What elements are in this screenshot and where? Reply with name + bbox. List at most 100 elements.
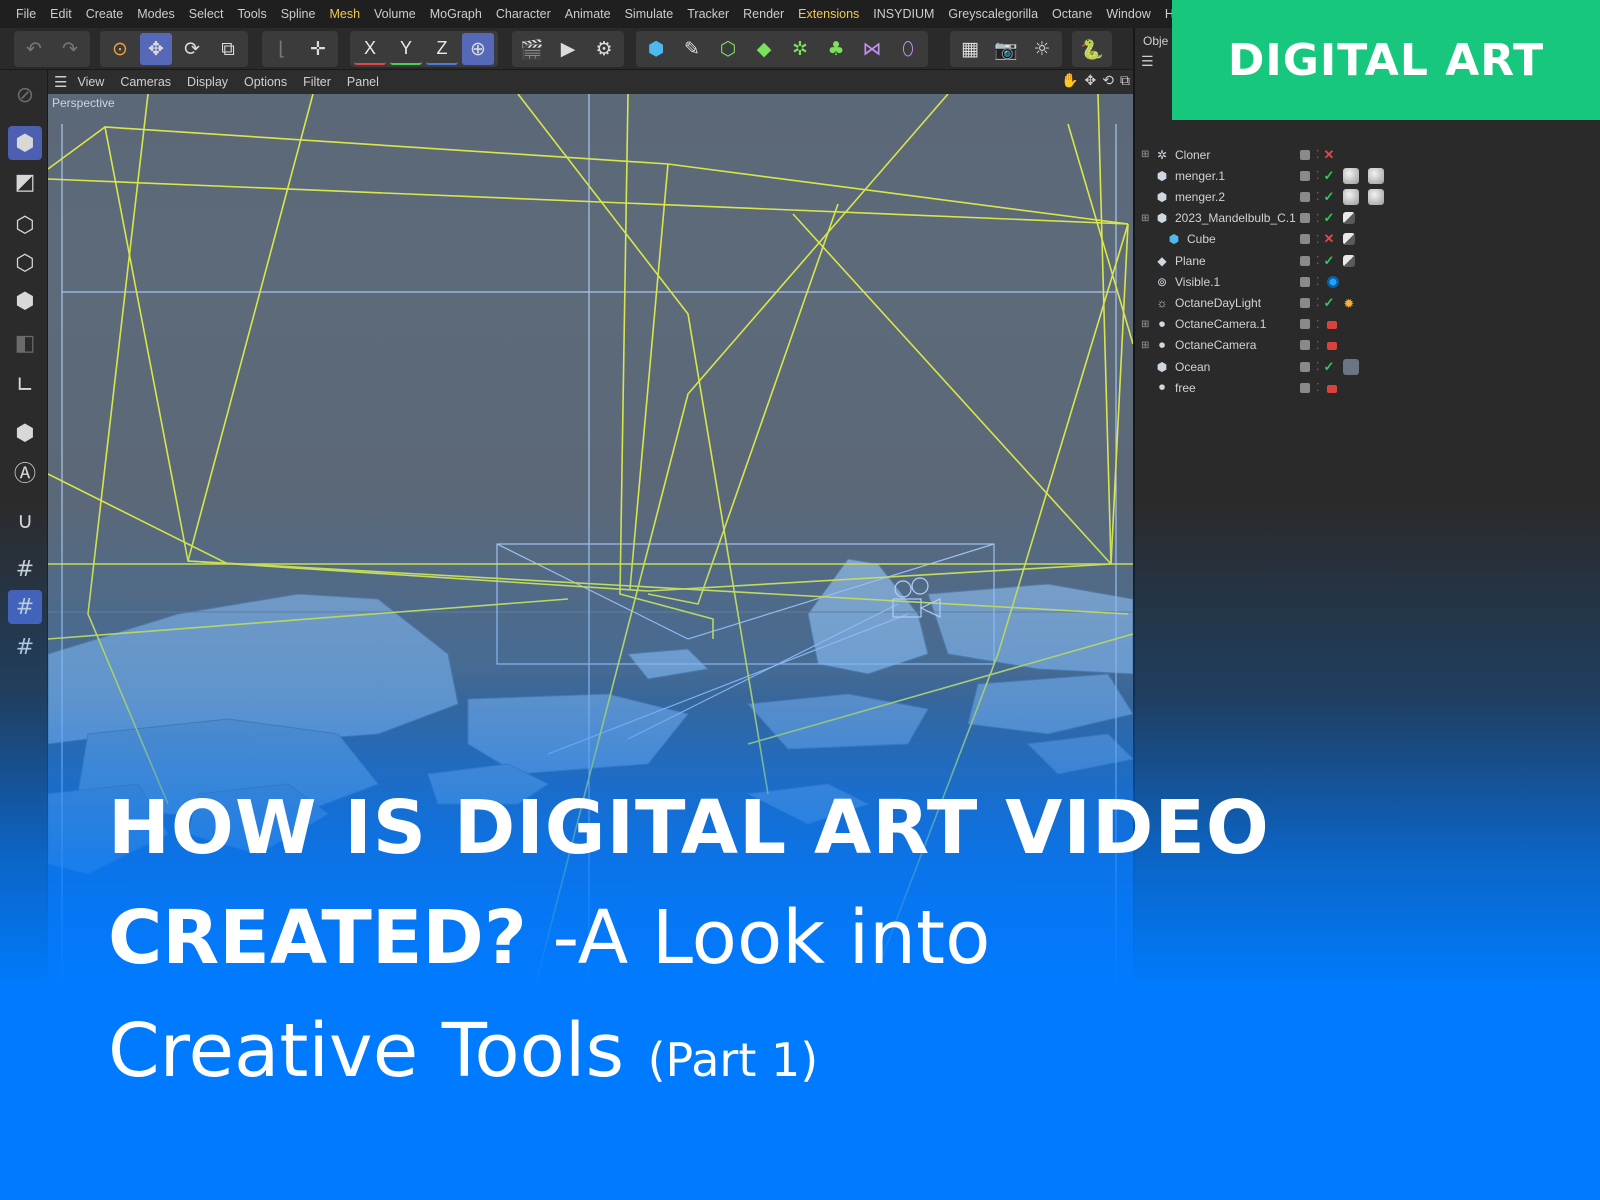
y-axis-toggle[interactable]: Y	[390, 33, 422, 65]
menu-volume[interactable]: Volume	[374, 7, 416, 21]
visibility-dots-icon[interactable]: ⁚	[1316, 360, 1319, 373]
object-tag-icon[interactable]	[1343, 167, 1360, 184]
visibility-dots-icon[interactable]: ⁚	[1316, 233, 1319, 246]
enabled-check-icon[interactable]: ✓	[1324, 253, 1335, 269]
object-name[interactable]: 2023_Mandelbulb_C.1	[1175, 211, 1296, 225]
object-tag-icon[interactable]	[1343, 358, 1360, 375]
orbit-icon[interactable]: ⟲	[1102, 72, 1114, 89]
expand-toggle-icon[interactable]: ⊞	[1141, 149, 1151, 160]
subdivision-icon[interactable]: ⬡	[712, 33, 744, 65]
undo-icon[interactable]: ↶	[18, 33, 50, 65]
layer-icon[interactable]	[1300, 276, 1310, 287]
visibility-dots-icon[interactable]: ⁚	[1316, 212, 1319, 225]
object-tag-icon[interactable]	[1326, 384, 1337, 393]
solo-icon[interactable]: ⬢	[8, 416, 42, 450]
object-tag-icon[interactable]: ✹	[1343, 296, 1357, 311]
visibility-dots-icon[interactable]: ⁚	[1316, 190, 1319, 203]
object-row[interactable]: ⊞ ⬢ 2023_Mandelbulb_C.1 ⁚ ✓	[1135, 208, 1395, 229]
light-icon[interactable]: ☼	[1026, 33, 1058, 65]
move-icon[interactable]: ✥	[140, 33, 172, 65]
layer-icon[interactable]	[1300, 255, 1310, 266]
visibility-dots-icon[interactable]: ⁚	[1316, 339, 1319, 352]
viewport-menu-filter[interactable]: Filter	[303, 75, 331, 89]
object-name[interactable]: menger.2	[1175, 190, 1225, 204]
object-name[interactable]: Cloner	[1175, 148, 1210, 162]
cloner-icon[interactable]: ✲	[784, 33, 816, 65]
object-tag-icon[interactable]	[1343, 212, 1356, 225]
disabled-cross-icon[interactable]: ✕	[1324, 147, 1335, 163]
object-row[interactable]: ⬢ Cube ⁚ ✕	[1135, 229, 1395, 250]
object-row[interactable]: ⬢ menger.2 ⁚ ✓	[1135, 186, 1395, 207]
menu-file[interactable]: File	[16, 7, 36, 21]
expand-toggle-icon[interactable]: ⊞	[1141, 340, 1151, 351]
object-tag-icon[interactable]	[1326, 342, 1337, 351]
make-editable-icon[interactable]: ⊘	[8, 78, 42, 112]
spline-pen-icon[interactable]: ✎	[676, 33, 708, 65]
texture-mode-icon[interactable]: ◩	[8, 165, 42, 199]
visibility-dots-icon[interactable]: ⁚	[1316, 381, 1319, 394]
viewport-menu-view[interactable]: View	[77, 75, 104, 89]
layer-icon[interactable]	[1300, 340, 1310, 351]
object-tag-icon[interactable]	[1343, 254, 1356, 267]
viewport-menu-display[interactable]: Display	[187, 75, 228, 89]
object-name[interactable]: OctaneDayLight	[1175, 296, 1261, 310]
enabled-check-icon[interactable]: ✓	[1324, 189, 1335, 205]
object-row[interactable]: ⏺ free ⁚	[1135, 377, 1395, 398]
auto-icon[interactable]: Ⓐ	[8, 455, 42, 489]
layer-icon[interactable]	[1300, 361, 1310, 372]
visibility-dots-icon[interactable]: ⁚	[1316, 169, 1319, 182]
z-axis-toggle[interactable]: Z	[426, 33, 458, 65]
object-name[interactable]: Ocean	[1175, 360, 1210, 374]
menu-window[interactable]: Window	[1106, 7, 1150, 21]
object-row[interactable]: ⊚ Visible.1 ⁚	[1135, 271, 1395, 292]
recent-tool-icon[interactable]: ⌊	[266, 33, 298, 65]
rotate-icon[interactable]: ⟳	[176, 33, 208, 65]
viewport-menu-options[interactable]: Options	[244, 75, 287, 89]
enabled-check-icon[interactable]: ✓	[1324, 210, 1335, 226]
object-name[interactable]: Plane	[1175, 254, 1206, 268]
dolly-icon[interactable]: ✥	[1085, 72, 1097, 89]
menu-tracker[interactable]: Tracker	[687, 7, 729, 21]
menu-spline[interactable]: Spline	[281, 7, 316, 21]
mograph-icon[interactable]: ♣	[820, 33, 852, 65]
menu-modes[interactable]: Modes	[137, 7, 175, 21]
world-coords-icon[interactable]: ⊕	[462, 33, 494, 65]
viewport-menu-cameras[interactable]: Cameras	[120, 75, 171, 89]
menu-mesh[interactable]: Mesh	[329, 7, 360, 21]
enabled-check-icon[interactable]: ✓	[1324, 359, 1335, 375]
object-tag-icon[interactable]	[1326, 275, 1339, 288]
edges-mode-icon[interactable]: ⬡	[8, 246, 42, 280]
move-all-icon[interactable]: ✛	[302, 33, 334, 65]
object-manager-menu-icon[interactable]: ☰	[1141, 54, 1154, 70]
menu-tools[interactable]: Tools	[238, 7, 267, 21]
layer-icon[interactable]	[1300, 213, 1310, 224]
menu-octane[interactable]: Octane	[1052, 7, 1092, 21]
object-row[interactable]: ⊞ ⏺ OctaneCamera.1 ⁚	[1135, 314, 1395, 335]
menu-simulate[interactable]: Simulate	[625, 7, 674, 21]
object-name[interactable]: free	[1175, 381, 1196, 395]
object-name[interactable]: OctaneCamera.1	[1175, 317, 1266, 331]
visibility-dots-icon[interactable]: ⁚	[1316, 254, 1319, 267]
visibility-dots-icon[interactable]: ⁚	[1316, 296, 1319, 309]
python-icon[interactable]: 🐍	[1076, 33, 1108, 65]
layer-icon[interactable]	[1300, 149, 1310, 160]
enabled-check-icon[interactable]: ✓	[1324, 295, 1335, 311]
floor-grid-icon[interactable]: ▦	[954, 33, 986, 65]
expand-toggle-icon[interactable]: ⊞	[1141, 213, 1151, 224]
object-tag-icon[interactable]	[1343, 233, 1356, 246]
enabled-check-icon[interactable]: ✓	[1324, 168, 1335, 184]
object-name[interactable]: OctaneCamera	[1175, 338, 1256, 352]
object-row[interactable]: ⬢ menger.1 ⁚ ✓	[1135, 165, 1395, 186]
render-settings-icon[interactable]: ⚙	[588, 33, 620, 65]
layer-icon[interactable]	[1300, 382, 1310, 393]
viewport-hamburger-icon[interactable]: ☰	[54, 73, 67, 91]
menu-select[interactable]: Select	[189, 7, 224, 21]
object-tag-icon[interactable]	[1326, 321, 1337, 330]
points-mode-icon[interactable]: ⬡	[8, 208, 42, 242]
polygons-mode-icon[interactable]: ⬢	[8, 284, 42, 318]
expand-toggle-icon[interactable]: ⊞	[1141, 319, 1151, 330]
camera-icon[interactable]: 📷	[990, 33, 1022, 65]
uv-mode-icon[interactable]: ◧	[8, 326, 42, 360]
object-row[interactable]: ☼ OctaneDayLight ⁚ ✓ ✹	[1135, 292, 1395, 313]
render-picture-icon[interactable]: ▶	[552, 33, 584, 65]
